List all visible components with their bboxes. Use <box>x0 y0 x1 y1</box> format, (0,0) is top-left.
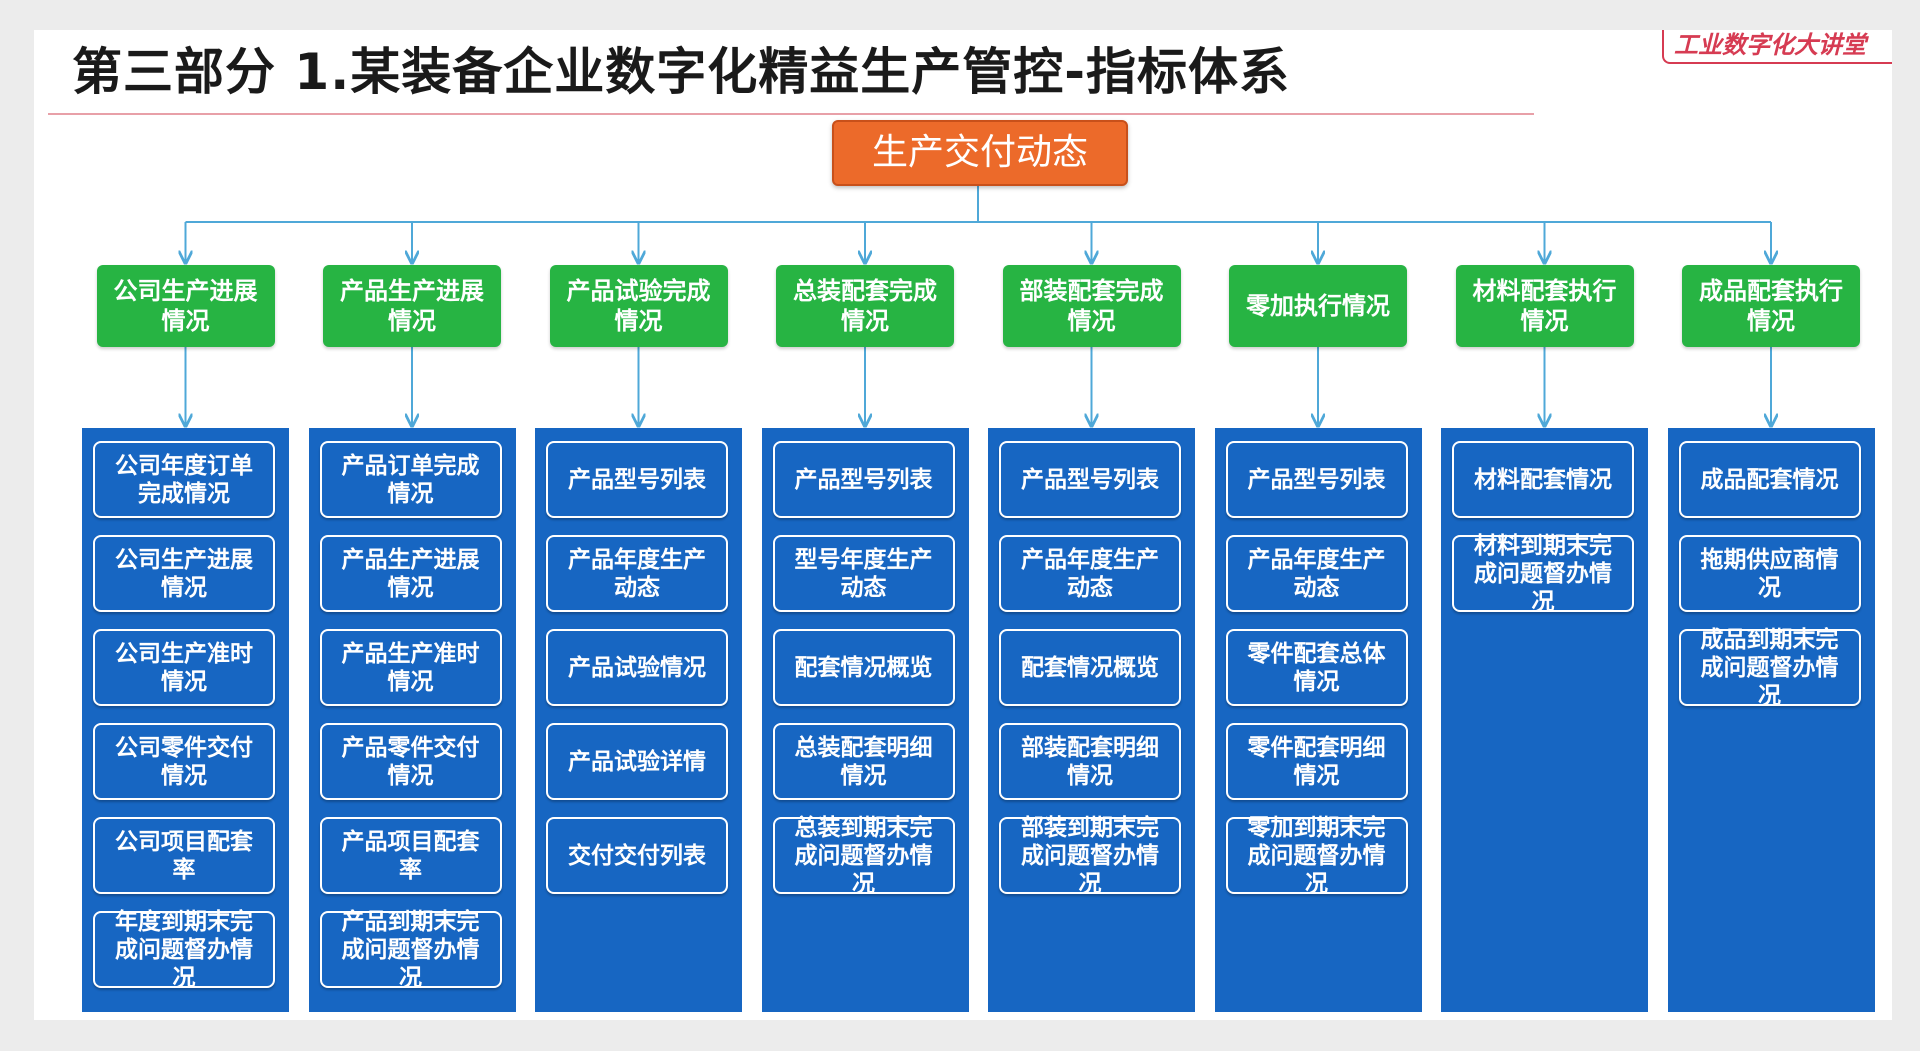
indicator-item: 产品到期末完成问题督办情况 <box>319 909 502 991</box>
indicator-item: 拖期供应商情况 <box>1678 535 1861 612</box>
indicator-item: 部装到期末完成问题督办情况 <box>999 815 1181 897</box>
indicator-item: 产品年度生产动态 <box>546 535 728 612</box>
indicator-item: 产品零件交付情况 <box>319 723 502 800</box>
indicator-item: 产品项目配套率 <box>319 817 502 894</box>
indicator-item: 年度到期末完成问题督办情况 <box>93 909 275 991</box>
indicator-item: 型号年度生产动态 <box>772 535 955 612</box>
indicator-panel: 产品型号列表 产品年度生产动态 配套情况概览 部装配套明细情况部装到期末完成问题督办情… <box>988 428 1195 1012</box>
indicator-item: 产品型号列表 <box>1225 441 1408 518</box>
indicator-panel: 产品型号列表 产品年度生产动态 零件配套总体情况 零件配套明细情况零加到期末完成问题督… <box>1214 428 1422 1012</box>
indicator-panel: 产品型号列表 产品年度生产动态 产品试验情况 产品试验详情 交付交付列表 <box>535 428 742 1012</box>
indicator-item: 产品型号列表 <box>772 441 955 518</box>
category-node: 公司生产进展情况 <box>96 265 275 347</box>
indicator-item: 产品型号列表 <box>546 441 728 518</box>
indicator-panel: 产品型号列表 型号年度生产动态 配套情况概览 总装配套明细情况总装到期末完成问题督办情… <box>761 428 969 1012</box>
category-node: 产品试验完成情况 <box>549 265 728 347</box>
indicator-item: 公司生产进展情况 <box>93 535 275 612</box>
indicator-item: 公司生产准时情况 <box>93 629 275 706</box>
slide: 第三部分 1.某装备企业数字化精益生产管控-指标体系 工业数字化大讲堂 生产交付… <box>34 30 1892 1020</box>
indicator-panel: 成品配套情况 拖期供应商情况成品到期末完成问题督办情况 <box>1667 428 1875 1012</box>
indicator-item: 材料到期末完成问题督办情况 <box>1452 533 1634 615</box>
indicator-item: 配套情况概览 <box>772 629 955 706</box>
indicator-item: 产品生产进展情况 <box>319 535 502 612</box>
indicator-item: 成品配套情况 <box>1678 441 1861 518</box>
indicator-item: 产品订单完成情况 <box>319 441 502 518</box>
category-node: 部装配套完成情况 <box>1002 265 1181 347</box>
indicator-item: 产品年度生产动态 <box>999 535 1181 612</box>
indicator-panel: 材料配套情况材料到期末完成问题督办情况 <box>1441 428 1648 1012</box>
indicator-item: 零件配套明细情况 <box>1225 723 1408 800</box>
indicator-panel: 公司年度订单完成情况 公司生产进展情况 公司生产准时情况 公司零件交付情况 公司项目配套… <box>82 428 289 1012</box>
indicator-item: 公司零件交付情况 <box>93 723 275 800</box>
indicator-item: 公司年度订单完成情况 <box>93 441 275 518</box>
root-node-production-delivery: 生产交付动态 <box>832 120 1128 186</box>
indicator-panel: 产品订单完成情况 产品生产进展情况 产品生产准时情况 产品零件交付情况 产品项目配套率产… <box>308 428 516 1012</box>
indicator-item: 配套情况概览 <box>999 629 1181 706</box>
indicator-item: 零件配套总体情况 <box>1225 629 1408 706</box>
indicator-item: 总装配套明细情况 <box>772 723 955 800</box>
category-node: 成品配套执行情况 <box>1682 265 1860 347</box>
indicator-item: 成品到期末完成问题督办情况 <box>1678 627 1861 709</box>
category-node: 总装配套完成情况 <box>776 265 954 347</box>
category-node: 材料配套执行情况 <box>1455 265 1634 347</box>
indicator-item: 材料配套情况 <box>1452 441 1634 518</box>
indicator-item: 产品试验详情 <box>546 723 728 800</box>
indicator-item: 产品型号列表 <box>999 441 1181 518</box>
indicator-item: 总装到期末完成问题督办情况 <box>772 815 955 897</box>
category-node: 产品生产进展情况 <box>323 265 501 347</box>
indicator-item: 产品试验情况 <box>546 629 728 706</box>
indicator-item: 公司项目配套率 <box>93 817 275 894</box>
indicator-item: 产品生产准时情况 <box>319 629 502 706</box>
indicator-item: 部装配套明细情况 <box>999 723 1181 800</box>
indicator-item: 零加到期末完成问题督办情况 <box>1225 815 1408 897</box>
category-node: 零加执行情况 <box>1229 265 1407 347</box>
indicator-item: 产品年度生产动态 <box>1225 535 1408 612</box>
indicator-item: 交付交付列表 <box>546 817 728 894</box>
